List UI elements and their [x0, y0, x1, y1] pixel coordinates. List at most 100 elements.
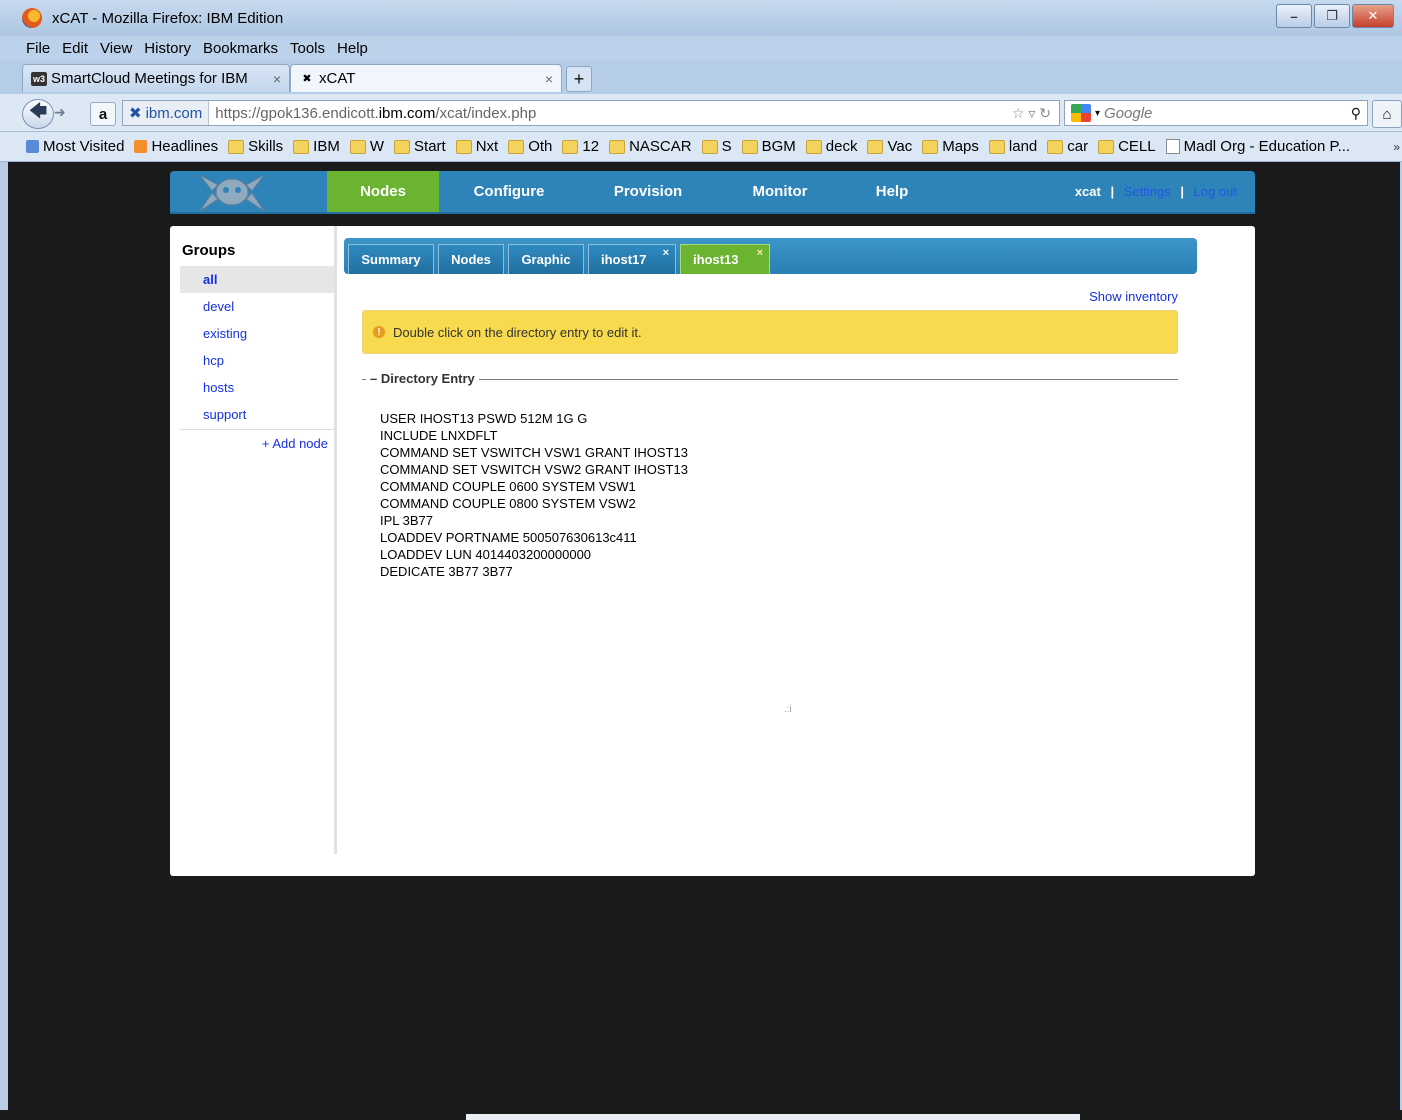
new-tab-button[interactable]: + [566, 66, 592, 92]
restore-button[interactable]: ❐ [1314, 4, 1350, 28]
close-tab-icon[interactable]: × [663, 247, 669, 259]
menu-view[interactable]: View [100, 40, 132, 57]
forward-button[interactable]: ➜ [54, 104, 66, 121]
folder-icon [867, 139, 884, 154]
tab-summary[interactable]: Summary [348, 244, 434, 274]
folder-icon [508, 139, 525, 154]
close-tab-icon[interactable]: × [545, 71, 553, 87]
add-node-link[interactable]: + Add node [262, 436, 328, 451]
search-bar[interactable]: ▾ Google ⚲ [1064, 100, 1368, 126]
directory-fieldset-line [362, 379, 1178, 380]
most-visited-icon [26, 140, 39, 153]
navigation-toolbar: 🡄 ➜ a ✖ ibm.com https://gpok136.endicott… [0, 94, 1402, 132]
folder-icon [455, 139, 472, 154]
close-tab-icon[interactable]: × [273, 71, 281, 87]
nav-nodes[interactable]: Nodes [327, 171, 439, 212]
bookmark-item[interactable]: Skills [228, 138, 283, 155]
menu-edit[interactable]: Edit [62, 40, 88, 57]
browser-tab-xcat[interactable]: ✖ xCAT × [290, 64, 562, 92]
bookmark-item[interactable]: deck [805, 138, 857, 155]
folder-icon [228, 139, 245, 154]
browser-tab-strip: w3 SmartCloud Meetings for IBM × ✖ xCAT … [0, 60, 1402, 94]
bookmark-item[interactable]: CELL [1098, 138, 1156, 155]
status-bar [0, 1110, 1402, 1120]
tab-ihost17[interactable]: ihost17 × [588, 244, 676, 274]
folder-icon [922, 139, 939, 154]
site-identity-button[interactable]: ✖ ibm.com [123, 101, 210, 125]
amazon-icon[interactable]: a [90, 102, 116, 126]
search-input[interactable]: Google [1104, 105, 1152, 122]
window-titlebar: xCAT - Mozilla Firefox: IBM Edition – ❐ … [0, 0, 1402, 36]
group-item-hosts[interactable]: hosts [180, 374, 334, 401]
bookmark-item[interactable]: Nxt [455, 138, 498, 155]
tab-graphic[interactable]: Graphic [508, 244, 584, 274]
resize-grip-icon[interactable]: .:i [784, 704, 792, 715]
nav-provision[interactable]: Provision [579, 171, 717, 212]
bookmark-item[interactable]: IBM [293, 138, 340, 155]
show-inventory-link[interactable]: Show inventory [1089, 289, 1178, 304]
close-window-button[interactable]: ✕ [1352, 4, 1394, 28]
bookmarks-overflow-chevron-icon[interactable]: » [1393, 140, 1400, 154]
window-left-edge [0, 162, 8, 1110]
back-button[interactable]: 🡄 [22, 99, 54, 129]
directory-entry-text[interactable]: USER IHOST13 PSWD 512M 1G G INCLUDE LNXD… [380, 410, 688, 580]
tab-nodes[interactable]: Nodes [438, 244, 504, 274]
menu-file[interactable]: File [26, 40, 50, 57]
group-item-hcp[interactable]: hcp [180, 347, 334, 374]
settings-link[interactable]: Settings [1124, 184, 1171, 199]
bookmark-item[interactable]: BGM [741, 138, 796, 155]
groups-title: Groups [182, 242, 236, 259]
search-icon[interactable]: ⚲ [1351, 105, 1361, 122]
bookmark-item[interactable]: Headlines [134, 138, 218, 155]
bookmark-item[interactable]: NASCAR [609, 138, 692, 155]
xcat-site-icon: ✖ [129, 105, 142, 122]
minimize-button[interactable]: – [1276, 4, 1312, 28]
separator: | [1180, 184, 1184, 199]
nav-help[interactable]: Help [843, 171, 941, 212]
folder-icon [394, 139, 411, 154]
bookmark-item[interactable]: Oth [508, 138, 552, 155]
folder-icon [741, 139, 758, 154]
bookmark-item[interactable]: Start [394, 138, 446, 155]
close-tab-icon[interactable]: × [757, 247, 763, 259]
bookmark-item[interactable]: Maps [922, 138, 979, 155]
bookmark-item[interactable]: 12 [562, 138, 599, 155]
separator: | [1110, 184, 1115, 199]
folder-icon [701, 139, 718, 154]
bookmark-item[interactable]: S [701, 138, 732, 155]
menu-tools[interactable]: Tools [290, 40, 325, 57]
home-icon[interactable]: ⌂ [1372, 100, 1402, 128]
nav-monitor[interactable]: Monitor [717, 171, 843, 212]
nav-configure[interactable]: Configure [439, 171, 579, 212]
group-item-all[interactable]: all [180, 266, 334, 293]
page-icon [1165, 139, 1180, 154]
bookmark-item[interactable]: Most Visited [26, 138, 124, 155]
bookmark-item[interactable]: land [988, 138, 1037, 155]
browser-tab-label: SmartCloud Meetings for IBM [51, 70, 248, 87]
url-bar[interactable]: ✖ ibm.com https://gpok136.endicott.ibm.c… [122, 100, 1060, 126]
group-item-support[interactable]: support [180, 401, 334, 428]
group-item-devel[interactable]: devel [180, 293, 334, 320]
bookmark-item[interactable]: Vac [867, 138, 912, 155]
bookmark-item[interactable]: Madl Org - Education P... [1165, 138, 1350, 155]
menu-bookmarks[interactable]: Bookmarks [203, 40, 278, 57]
menu-bar: File Edit View History Bookmarks Tools H… [0, 36, 1402, 60]
bookmark-item[interactable]: W [349, 138, 384, 155]
folder-icon [609, 139, 626, 154]
bookmark-item[interactable]: car [1047, 138, 1088, 155]
google-icon[interactable] [1071, 104, 1091, 122]
directory-entry-legend[interactable]: – Directory Entry [366, 371, 479, 386]
browser-tab-smartcloud[interactable]: w3 SmartCloud Meetings for IBM × [22, 64, 290, 92]
menu-help[interactable]: Help [337, 40, 368, 57]
folder-icon [1098, 139, 1115, 154]
bookmark-star-icon[interactable]: ☆ ▿ ↻ [1012, 105, 1051, 122]
content-panel: Groups all devel existing hcp hosts supp… [170, 226, 1255, 876]
node-tab-bar: Summary Nodes Graphic ihost17 × ihost13 … [344, 238, 1197, 274]
search-engine-dropdown-icon[interactable]: ▾ [1095, 108, 1100, 119]
site-identity-label: ibm.com [145, 104, 203, 122]
group-item-existing[interactable]: existing [180, 320, 334, 347]
menu-history[interactable]: History [144, 40, 191, 57]
logout-link[interactable]: Log out [1194, 184, 1237, 199]
folder-icon [988, 139, 1005, 154]
tab-ihost13[interactable]: ihost13 × [680, 244, 770, 274]
